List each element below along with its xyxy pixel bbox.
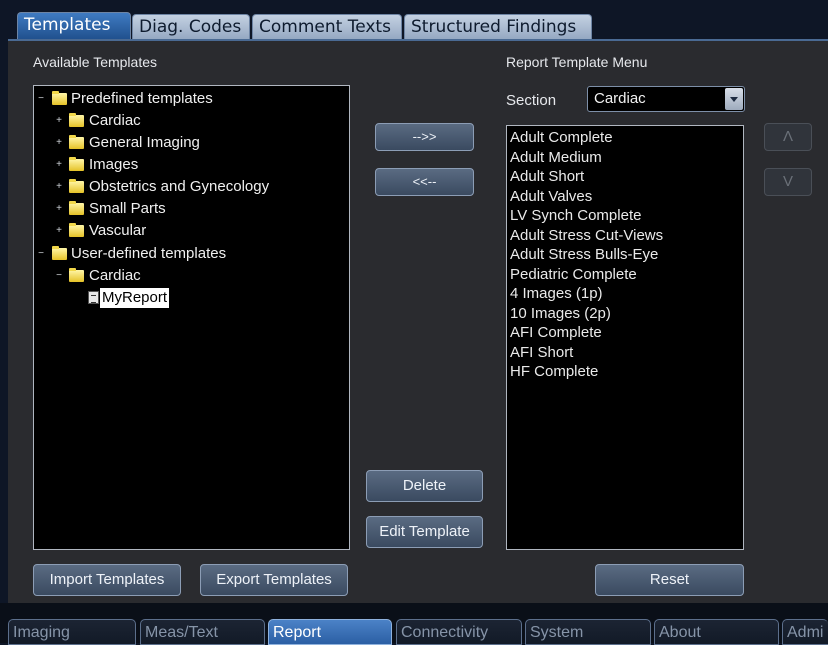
list-item[interactable]: Adult Stress Bulls-Eye	[510, 245, 658, 264]
list-item[interactable]: Adult Stress Cut-Views	[510, 226, 663, 245]
tab-comment-texts[interactable]: Comment Texts	[252, 14, 402, 40]
reset-button[interactable]: Reset	[595, 564, 744, 596]
list-item[interactable]: Adult Short	[510, 167, 584, 186]
templates-tree[interactable]: − Predefined templates + Cardiac + Gener…	[33, 85, 350, 550]
folder-icon	[69, 268, 84, 282]
folder-icon	[52, 91, 67, 105]
tab-templates[interactable]: Templates	[17, 12, 131, 40]
available-templates-heading: Available Templates	[33, 54, 158, 70]
tab-structured-findings[interactable]: Structured Findings	[404, 14, 592, 40]
tab-system[interactable]: System	[525, 619, 651, 645]
tab-imaging[interactable]: Imaging	[8, 619, 136, 645]
expand-icon[interactable]: +	[55, 182, 63, 192]
tree-label: Images	[89, 156, 139, 173]
folder-icon	[69, 135, 84, 149]
tab-meas-text[interactable]: Meas/Text	[140, 619, 265, 645]
list-item[interactable]: AFI Short	[510, 343, 573, 362]
tab-diag-codes[interactable]: Diag. Codes	[132, 14, 250, 40]
list-item[interactable]: Pediatric Complete	[510, 265, 637, 284]
add-to-menu-button[interactable]: -->>	[375, 123, 474, 151]
section-select[interactable]: Cardiac	[587, 86, 745, 112]
list-item[interactable]: HF Complete	[510, 362, 598, 381]
folder-icon	[52, 246, 67, 260]
tree-label: Small Parts	[89, 200, 166, 217]
list-item[interactable]: Adult Complete	[510, 128, 613, 147]
collapse-icon[interactable]: −	[37, 94, 45, 104]
tree-label: Cardiac	[89, 112, 141, 129]
tab-connectivity[interactable]: Connectivity	[396, 619, 522, 645]
folder-icon	[69, 223, 84, 237]
tree-label: User-defined templates	[71, 245, 227, 262]
expand-icon[interactable]: +	[55, 204, 63, 214]
list-item[interactable]: Adult Medium	[510, 148, 602, 167]
tree-label: Obstetrics and Gynecology	[89, 178, 270, 195]
collapse-icon[interactable]: −	[37, 249, 45, 259]
expand-icon[interactable]: +	[55, 160, 63, 170]
tab-report[interactable]: Report	[268, 619, 392, 645]
list-item[interactable]: 10 Images (2p)	[510, 304, 611, 323]
list-item[interactable]: 4 Images (1p)	[510, 284, 603, 303]
section-select-value: Cardiac	[594, 90, 646, 107]
export-templates-button[interactable]: Export Templates	[200, 564, 348, 596]
tab-admin[interactable]: Admi	[782, 619, 828, 645]
document-icon	[88, 291, 99, 304]
tree-label: Predefined templates	[71, 90, 213, 107]
report-template-list[interactable]: Adult Complete Adult Medium Adult Short …	[506, 125, 744, 550]
tree-label-selected: MyReport	[100, 288, 170, 308]
tree-label: General Imaging	[89, 134, 200, 151]
move-down-button[interactable]: V	[764, 168, 812, 196]
chevron-down-icon[interactable]	[725, 88, 743, 110]
import-templates-button[interactable]: Import Templates	[33, 564, 181, 596]
list-item[interactable]: LV Synch Complete	[510, 206, 641, 225]
expand-icon[interactable]: +	[55, 116, 63, 126]
expand-icon[interactable]: +	[55, 226, 63, 236]
report-template-menu-heading: Report Template Menu	[506, 54, 648, 70]
tree-label: Cardiac	[89, 267, 141, 284]
tab-about[interactable]: About	[654, 619, 779, 645]
delete-button[interactable]: Delete	[366, 470, 483, 502]
expand-icon[interactable]: +	[55, 138, 63, 148]
edit-template-button[interactable]: Edit Template	[366, 516, 483, 548]
folder-icon	[69, 157, 84, 171]
list-item[interactable]: AFI Complete	[510, 323, 602, 342]
list-item[interactable]: Adult Valves	[510, 187, 592, 206]
remove-from-menu-button[interactable]: <<--	[375, 168, 474, 196]
move-up-button[interactable]: Λ	[764, 123, 812, 151]
folder-icon	[69, 201, 84, 215]
folder-icon	[69, 179, 84, 193]
section-label: Section	[506, 92, 557, 109]
collapse-icon[interactable]: −	[55, 271, 63, 281]
tree-label: Vascular	[89, 222, 147, 239]
folder-icon	[69, 113, 84, 127]
